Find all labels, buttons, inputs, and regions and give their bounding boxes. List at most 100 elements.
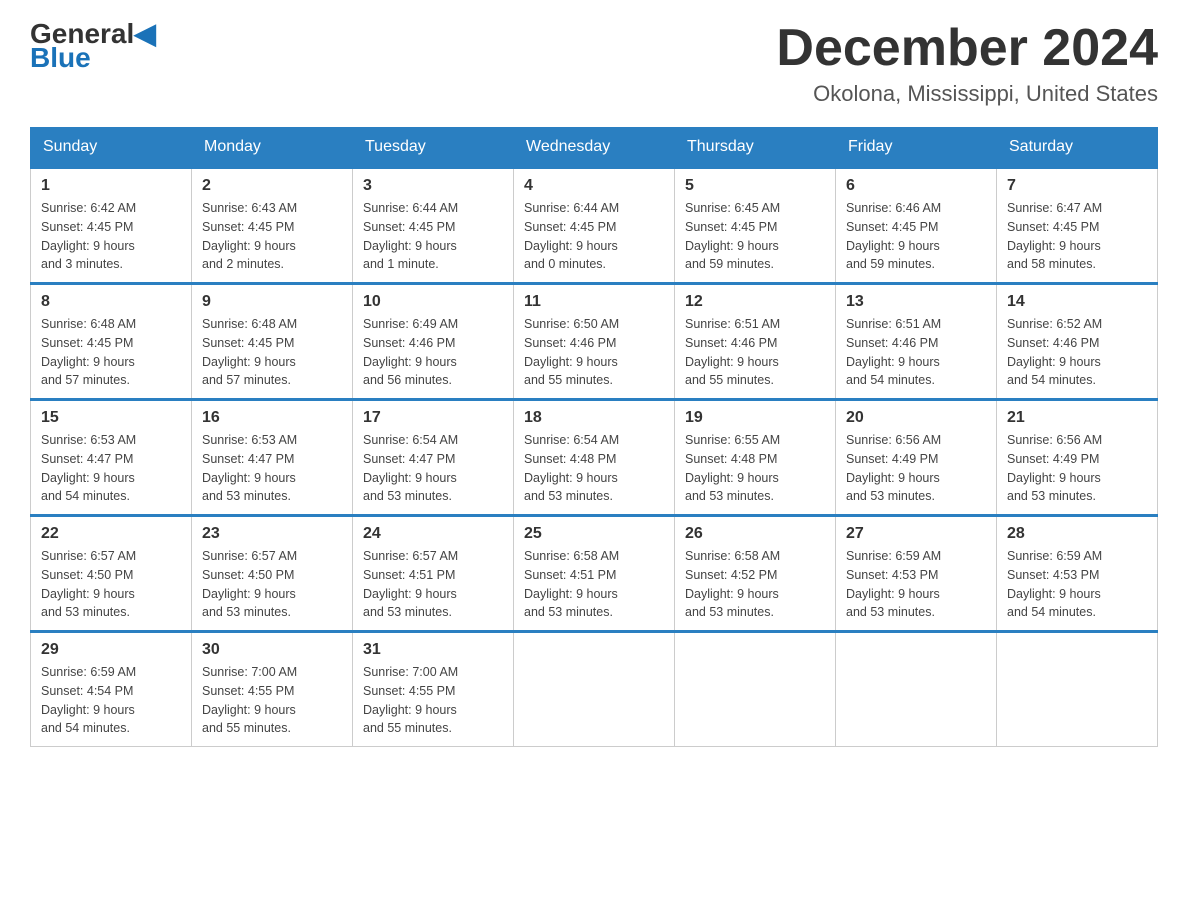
day-number: 11 xyxy=(524,293,664,311)
day-header-monday: Monday xyxy=(192,128,353,168)
day-info: Sunrise: 6:56 AMSunset: 4:49 PMDaylight:… xyxy=(846,431,986,506)
calendar-cell xyxy=(836,632,997,747)
calendar-table: SundayMondayTuesdayWednesdayThursdayFrid… xyxy=(30,127,1158,747)
calendar-cell: 30Sunrise: 7:00 AMSunset: 4:55 PMDayligh… xyxy=(192,632,353,747)
calendar-cell: 26 Sunrise: 6:58 AMSunset: 4:52 PMDayligh… xyxy=(675,516,836,632)
calendar-cell: 29 Sunrise: 6:59 AMSunset: 4:54 PMDayligh… xyxy=(31,632,192,747)
day-number: 29 xyxy=(41,641,181,659)
day-info: Sunrise: 6:57 AMSunset: 4:50 PMDaylight:… xyxy=(41,547,181,622)
day-info: Sunrise: 6:57 AMSunset: 4:51 PMDaylight:… xyxy=(363,547,503,622)
day-number: 25 xyxy=(524,525,664,543)
calendar-cell: 3 Sunrise: 6:44 AMSunset: 4:45 PMDaylight… xyxy=(353,168,514,284)
day-number: 9 xyxy=(202,293,342,311)
day-number: 6 xyxy=(846,177,986,195)
calendar-cell: 19 Sunrise: 6:55 AMSunset: 4:48 PMDayligh… xyxy=(675,400,836,516)
day-number: 3 xyxy=(363,177,503,195)
day-number: 20 xyxy=(846,409,986,427)
calendar-cell: 6 Sunrise: 6:46 AMSunset: 4:45 PMDaylight… xyxy=(836,168,997,284)
day-info: Sunrise: 6:54 AMSunset: 4:47 PMDaylight:… xyxy=(363,431,503,506)
day-number: 27 xyxy=(846,525,986,543)
calendar-cell: 11 Sunrise: 6:50 AMSunset: 4:46 PMDayligh… xyxy=(514,284,675,400)
calendar-cell: 10 Sunrise: 6:49 AMSunset: 4:46 PMDayligh… xyxy=(353,284,514,400)
day-info: Sunrise: 6:48 AMSunset: 4:45 PMDaylight:… xyxy=(41,315,181,390)
calendar-cell: 21Sunrise: 6:56 AMSunset: 4:49 PMDayligh… xyxy=(997,400,1158,516)
logo: General◀ Blue xyxy=(30,20,156,72)
day-number: 21 xyxy=(1007,409,1147,427)
calendar-cell: 20 Sunrise: 6:56 AMSunset: 4:49 PMDayligh… xyxy=(836,400,997,516)
calendar-week-row: 15 Sunrise: 6:53 AMSunset: 4:47 PMDayligh… xyxy=(31,400,1158,516)
day-info: Sunrise: 6:46 AMSunset: 4:45 PMDaylight:… xyxy=(846,199,986,274)
calendar-cell: 24 Sunrise: 6:57 AMSunset: 4:51 PMDayligh… xyxy=(353,516,514,632)
day-header-saturday: Saturday xyxy=(997,128,1158,168)
day-number: 23 xyxy=(202,525,342,543)
day-number: 22 xyxy=(41,525,181,543)
calendar-cell: 16 Sunrise: 6:53 AMSunset: 4:47 PMDayligh… xyxy=(192,400,353,516)
day-info: Sunrise: 6:53 AMSunset: 4:47 PMDaylight:… xyxy=(202,431,342,506)
day-info: Sunrise: 6:57 AMSunset: 4:50 PMDaylight:… xyxy=(202,547,342,622)
calendar-week-row: 8Sunrise: 6:48 AMSunset: 4:45 PMDaylight… xyxy=(31,284,1158,400)
day-number: 5 xyxy=(685,177,825,195)
day-number: 13 xyxy=(846,293,986,311)
day-info: Sunrise: 6:51 AMSunset: 4:46 PMDaylight:… xyxy=(685,315,825,390)
calendar-cell: 5 Sunrise: 6:45 AMSunset: 4:45 PMDaylight… xyxy=(675,168,836,284)
day-number: 26 xyxy=(685,525,825,543)
day-number: 24 xyxy=(363,525,503,543)
day-info: Sunrise: 6:55 AMSunset: 4:48 PMDaylight:… xyxy=(685,431,825,506)
day-info: Sunrise: 6:59 AMSunset: 4:53 PMDaylight:… xyxy=(1007,547,1147,622)
calendar-cell xyxy=(675,632,836,747)
day-info: Sunrise: 6:54 AMSunset: 4:48 PMDaylight:… xyxy=(524,431,664,506)
day-number: 10 xyxy=(363,293,503,311)
day-info: Sunrise: 6:47 AMSunset: 4:45 PMDaylight:… xyxy=(1007,199,1147,274)
calendar-week-row: 29 Sunrise: 6:59 AMSunset: 4:54 PMDayligh… xyxy=(31,632,1158,747)
day-header-wednesday: Wednesday xyxy=(514,128,675,168)
calendar-cell: 17Sunrise: 6:54 AMSunset: 4:47 PMDayligh… xyxy=(353,400,514,516)
calendar-cell: 15 Sunrise: 6:53 AMSunset: 4:47 PMDayligh… xyxy=(31,400,192,516)
calendar-cell: 13 Sunrise: 6:51 AMSunset: 4:46 PMDayligh… xyxy=(836,284,997,400)
calendar-cell: 9Sunrise: 6:48 AMSunset: 4:45 PMDaylight… xyxy=(192,284,353,400)
calendar-cell: 18Sunrise: 6:54 AMSunset: 4:48 PMDayligh… xyxy=(514,400,675,516)
calendar-cell: 7Sunrise: 6:47 AMSunset: 4:45 PMDaylight… xyxy=(997,168,1158,284)
calendar-cell: 25 Sunrise: 6:58 AMSunset: 4:51 PMDayligh… xyxy=(514,516,675,632)
day-info: Sunrise: 6:42 AMSunset: 4:45 PMDaylight:… xyxy=(41,199,181,274)
day-number: 28 xyxy=(1007,525,1147,543)
day-number: 15 xyxy=(41,409,181,427)
page-subtitle: Okolona, Mississippi, United States xyxy=(776,81,1158,107)
day-number: 4 xyxy=(524,177,664,195)
day-info: Sunrise: 6:59 AMSunset: 4:53 PMDaylight:… xyxy=(846,547,986,622)
calendar-header-row: SundayMondayTuesdayWednesdayThursdayFrid… xyxy=(31,128,1158,168)
day-number: 14 xyxy=(1007,293,1147,311)
day-number: 16 xyxy=(202,409,342,427)
day-info: Sunrise: 6:52 AMSunset: 4:46 PMDaylight:… xyxy=(1007,315,1147,390)
day-number: 1 xyxy=(41,177,181,195)
day-header-tuesday: Tuesday xyxy=(353,128,514,168)
day-info: Sunrise: 6:58 AMSunset: 4:51 PMDaylight:… xyxy=(524,547,664,622)
day-number: 30 xyxy=(202,641,342,659)
day-header-thursday: Thursday xyxy=(675,128,836,168)
day-info: Sunrise: 6:51 AMSunset: 4:46 PMDaylight:… xyxy=(846,315,986,390)
calendar-week-row: 22 Sunrise: 6:57 AMSunset: 4:50 PMDayligh… xyxy=(31,516,1158,632)
day-info: Sunrise: 6:49 AMSunset: 4:46 PMDaylight:… xyxy=(363,315,503,390)
day-info: Sunrise: 6:50 AMSunset: 4:46 PMDaylight:… xyxy=(524,315,664,390)
day-header-friday: Friday xyxy=(836,128,997,168)
logo-bottom: Blue xyxy=(30,44,156,72)
day-info: Sunrise: 6:44 AMSunset: 4:45 PMDaylight:… xyxy=(524,199,664,274)
page-title: December 2024 xyxy=(776,20,1158,77)
day-number: 19 xyxy=(685,409,825,427)
calendar-cell: 2Sunrise: 6:43 AMSunset: 4:45 PMDaylight… xyxy=(192,168,353,284)
calendar-cell xyxy=(997,632,1158,747)
day-info: Sunrise: 6:58 AMSunset: 4:52 PMDaylight:… xyxy=(685,547,825,622)
day-info: Sunrise: 6:43 AMSunset: 4:45 PMDaylight:… xyxy=(202,199,342,274)
calendar-cell: 22 Sunrise: 6:57 AMSunset: 4:50 PMDayligh… xyxy=(31,516,192,632)
day-header-sunday: Sunday xyxy=(31,128,192,168)
day-info: Sunrise: 6:44 AMSunset: 4:45 PMDaylight:… xyxy=(363,199,503,274)
calendar-cell: 23 Sunrise: 6:57 AMSunset: 4:50 PMDayligh… xyxy=(192,516,353,632)
calendar-cell: 28 Sunrise: 6:59 AMSunset: 4:53 PMDayligh… xyxy=(997,516,1158,632)
calendar-cell: 1 Sunrise: 6:42 AMSunset: 4:45 PMDaylight… xyxy=(31,168,192,284)
calendar-cell: 27 Sunrise: 6:59 AMSunset: 4:53 PMDayligh… xyxy=(836,516,997,632)
page-header: General◀ Blue December 2024 Okolona, Mis… xyxy=(30,20,1158,107)
day-info: Sunrise: 6:59 AMSunset: 4:54 PMDaylight:… xyxy=(41,663,181,738)
calendar-cell: 4 Sunrise: 6:44 AMSunset: 4:45 PMDaylight… xyxy=(514,168,675,284)
day-info: Sunrise: 6:53 AMSunset: 4:47 PMDaylight:… xyxy=(41,431,181,506)
day-info: Sunrise: 6:45 AMSunset: 4:45 PMDaylight:… xyxy=(685,199,825,274)
calendar-cell: 12Sunrise: 6:51 AMSunset: 4:46 PMDayligh… xyxy=(675,284,836,400)
